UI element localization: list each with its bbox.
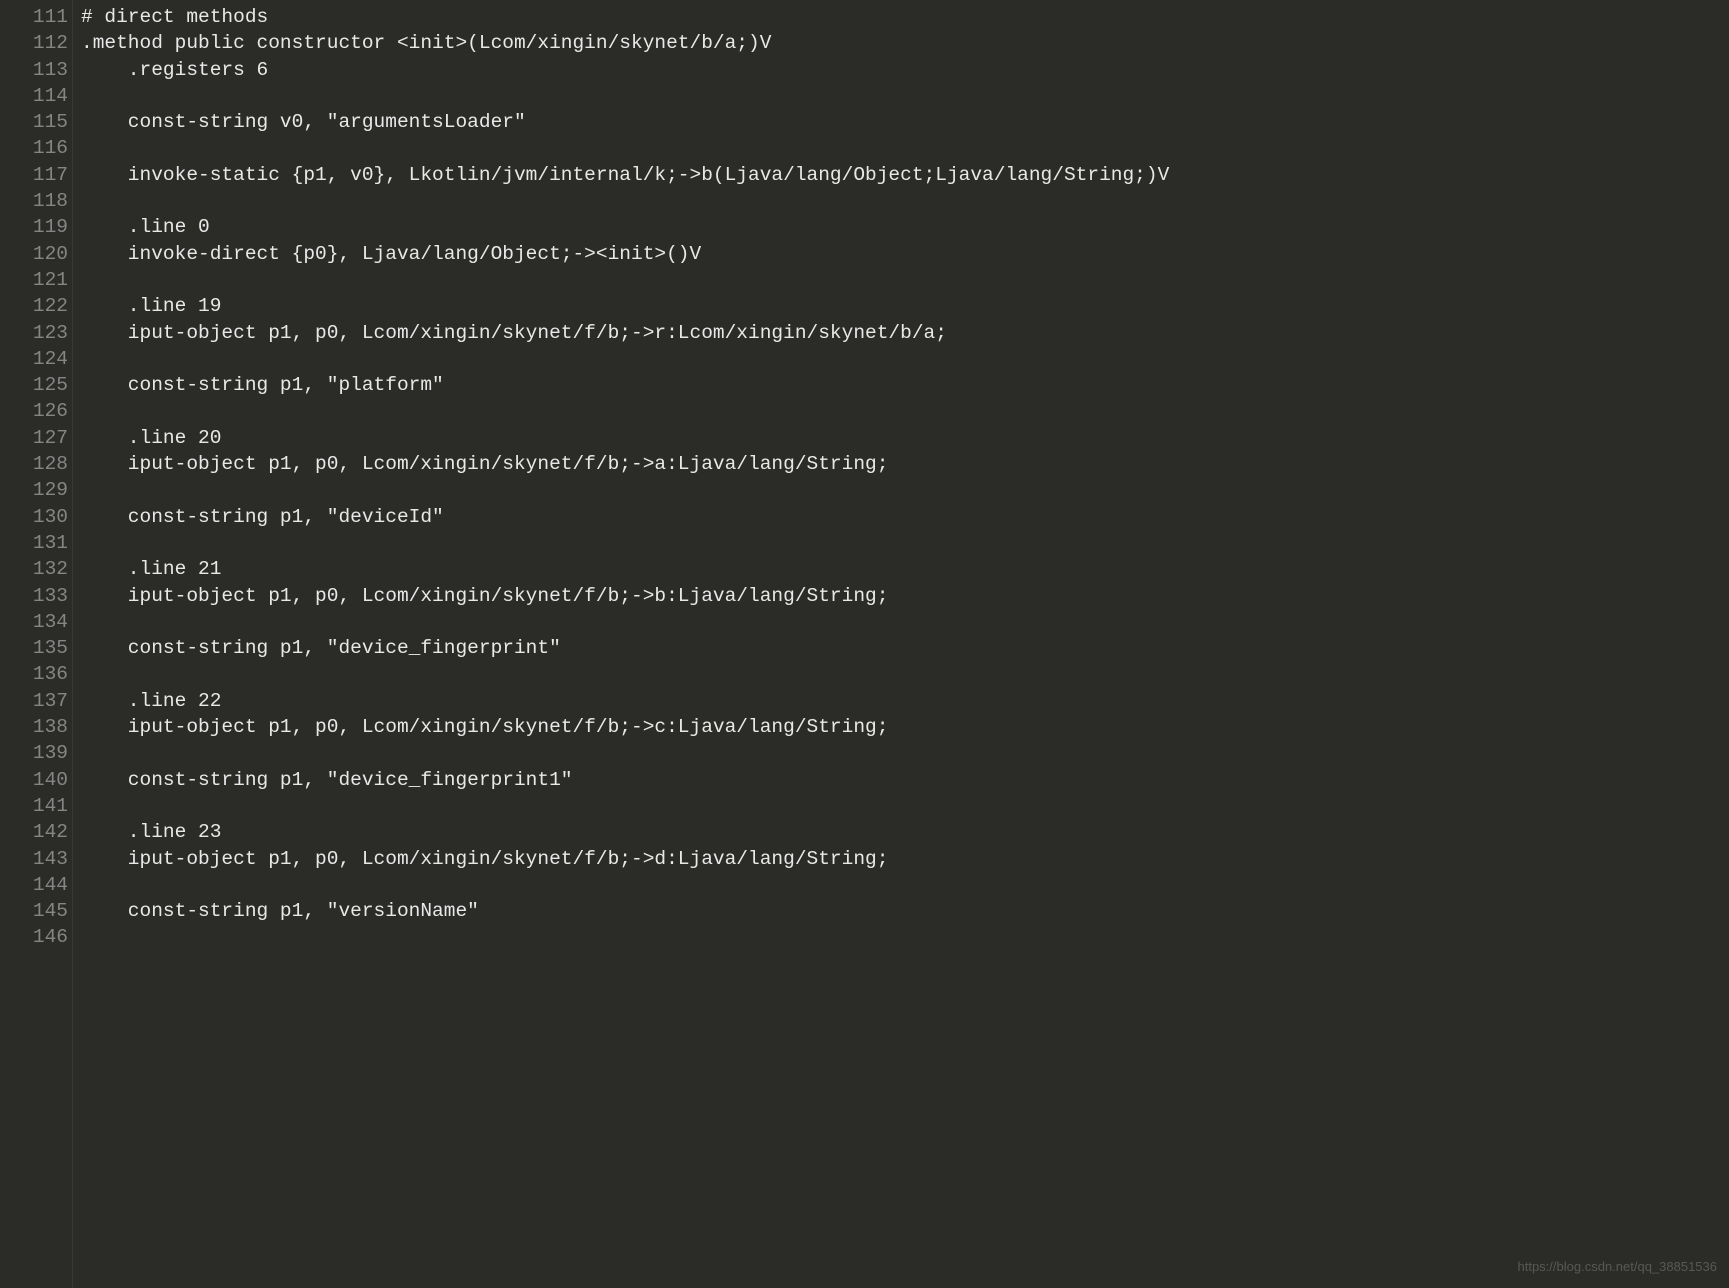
code-line[interactable]: .method public constructor <init>(Lcom/x… <box>81 30 1729 56</box>
line-number: 138 <box>0 714 68 740</box>
line-number: 140 <box>0 767 68 793</box>
code-line[interactable] <box>81 530 1729 556</box>
code-line[interactable]: const-string v0, "argumentsLoader" <box>81 109 1729 135</box>
code-line[interactable]: invoke-static {p1, v0}, Lkotlin/jvm/inte… <box>81 162 1729 188</box>
code-line[interactable]: const-string p1, "device_fingerprint" <box>81 635 1729 661</box>
line-number: 136 <box>0 661 68 687</box>
line-number: 141 <box>0 793 68 819</box>
line-number: 146 <box>0 924 68 950</box>
code-line[interactable]: const-string p1, "versionName" <box>81 898 1729 924</box>
code-line[interactable] <box>81 661 1729 687</box>
line-number: 137 <box>0 688 68 714</box>
line-number: 139 <box>0 740 68 766</box>
line-number: 124 <box>0 346 68 372</box>
code-line[interactable] <box>81 188 1729 214</box>
line-number: 111 <box>0 4 68 30</box>
code-line[interactable] <box>81 398 1729 424</box>
code-line[interactable] <box>81 477 1729 503</box>
line-number: 125 <box>0 372 68 398</box>
code-line[interactable]: iput-object p1, p0, Lcom/xingin/skynet/f… <box>81 846 1729 872</box>
code-line[interactable] <box>81 267 1729 293</box>
line-number: 129 <box>0 477 68 503</box>
line-number: 128 <box>0 451 68 477</box>
line-number: 116 <box>0 135 68 161</box>
code-line[interactable]: const-string p1, "platform" <box>81 372 1729 398</box>
code-line[interactable]: .line 22 <box>81 688 1729 714</box>
code-line[interactable] <box>81 135 1729 161</box>
code-line[interactable]: .line 0 <box>81 214 1729 240</box>
line-number: 122 <box>0 293 68 319</box>
code-line[interactable]: .registers 6 <box>81 57 1729 83</box>
line-number: 112 <box>0 30 68 56</box>
line-number: 135 <box>0 635 68 661</box>
line-number: 115 <box>0 109 68 135</box>
line-number: 133 <box>0 583 68 609</box>
line-number: 132 <box>0 556 68 582</box>
code-line[interactable]: # direct methods <box>81 4 1729 30</box>
line-number: 114 <box>0 83 68 109</box>
code-content[interactable]: # direct methods.method public construct… <box>81 0 1729 1288</box>
indent-ruler <box>72 0 73 1288</box>
line-number: 123 <box>0 320 68 346</box>
line-number: 126 <box>0 398 68 424</box>
line-number: 134 <box>0 609 68 635</box>
line-number: 119 <box>0 214 68 240</box>
line-number: 142 <box>0 819 68 845</box>
code-line[interactable] <box>81 346 1729 372</box>
line-number: 127 <box>0 425 68 451</box>
code-line[interactable]: const-string p1, "device_fingerprint1" <box>81 767 1729 793</box>
code-line[interactable]: iput-object p1, p0, Lcom/xingin/skynet/f… <box>81 583 1729 609</box>
code-line[interactable] <box>81 872 1729 898</box>
line-number: 131 <box>0 530 68 556</box>
code-line[interactable] <box>81 924 1729 950</box>
watermark-text: https://blog.csdn.net/qq_38851536 <box>1518 1254 1718 1280</box>
line-number: 145 <box>0 898 68 924</box>
code-line[interactable]: invoke-direct {p0}, Ljava/lang/Object;->… <box>81 241 1729 267</box>
line-number: 144 <box>0 872 68 898</box>
code-line[interactable]: .line 23 <box>81 819 1729 845</box>
code-line[interactable]: iput-object p1, p0, Lcom/xingin/skynet/f… <box>81 320 1729 346</box>
line-number: 143 <box>0 846 68 872</box>
line-number: 113 <box>0 57 68 83</box>
line-number-gutter: 1111121131141151161171181191201211221231… <box>0 0 72 1288</box>
line-number: 118 <box>0 188 68 214</box>
line-number: 121 <box>0 267 68 293</box>
code-line[interactable] <box>81 83 1729 109</box>
code-line[interactable] <box>81 609 1729 635</box>
line-number: 120 <box>0 241 68 267</box>
code-line[interactable]: iput-object p1, p0, Lcom/xingin/skynet/f… <box>81 451 1729 477</box>
line-number: 117 <box>0 162 68 188</box>
code-line[interactable]: iput-object p1, p0, Lcom/xingin/skynet/f… <box>81 714 1729 740</box>
code-line[interactable]: .line 21 <box>81 556 1729 582</box>
code-line[interactable]: const-string p1, "deviceId" <box>81 504 1729 530</box>
code-editor[interactable]: 1111121131141151161171181191201211221231… <box>0 0 1729 1288</box>
code-line[interactable]: .line 20 <box>81 425 1729 451</box>
code-line[interactable] <box>81 793 1729 819</box>
line-number: 130 <box>0 504 68 530</box>
code-line[interactable]: .line 19 <box>81 293 1729 319</box>
code-line[interactable] <box>81 740 1729 766</box>
